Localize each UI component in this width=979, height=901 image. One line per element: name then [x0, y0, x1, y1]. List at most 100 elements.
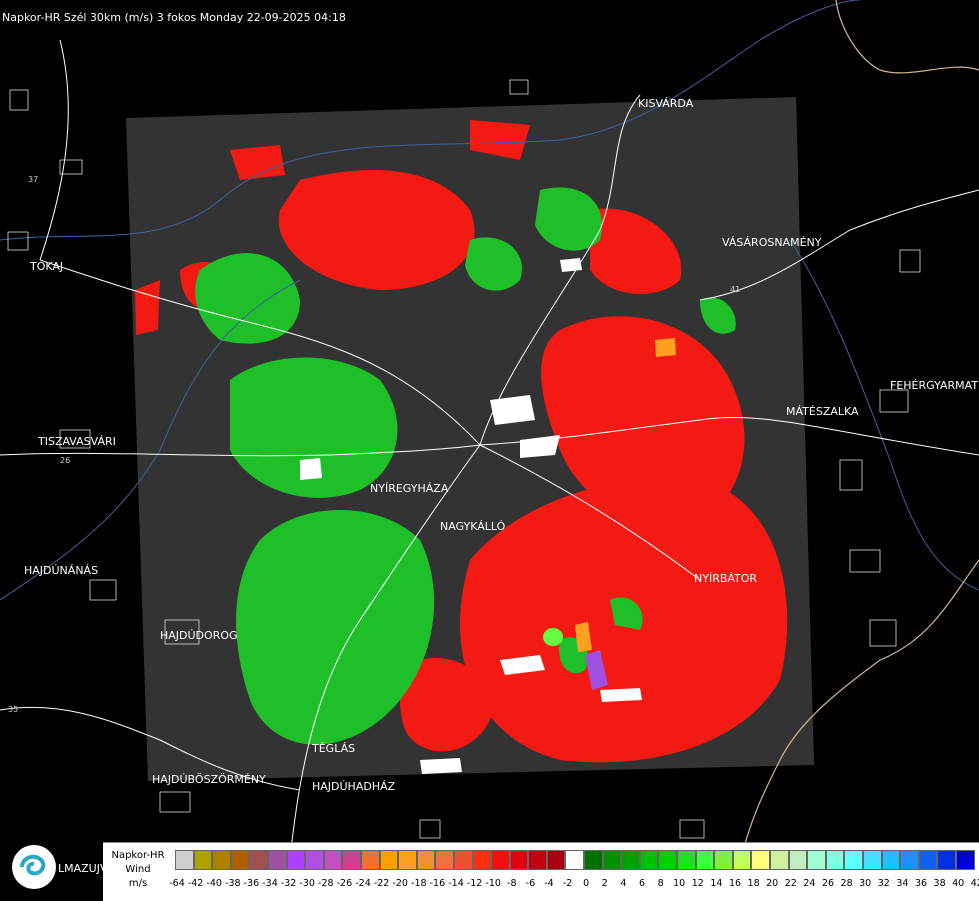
legend-swatch	[602, 850, 622, 870]
legend-tick-label: -16	[429, 878, 446, 889]
legend-swatch	[788, 850, 808, 870]
legend-tick-label: 0	[583, 878, 590, 889]
legend-swatch	[807, 850, 826, 870]
legend-tick-label: -42	[187, 878, 204, 889]
city-label: TOKAJ	[29, 260, 63, 273]
legend-tick-label: 20	[766, 878, 779, 889]
legend-tick-label: -64	[169, 878, 185, 889]
legend-swatch	[453, 850, 473, 870]
legend-tick-label: 16	[728, 878, 742, 889]
legend-tick-label: 4	[620, 878, 627, 889]
legend-swatch	[416, 850, 436, 870]
legend-tick-label: 12	[691, 878, 704, 889]
legend-tick-label: 2	[601, 878, 608, 889]
legend-swatch	[528, 850, 547, 870]
legend-tick-label: 22	[784, 878, 797, 889]
legend-swatch	[565, 850, 585, 870]
legend-swatch	[472, 850, 492, 870]
legend-title: Napkor-HR Wind m/s	[103, 843, 173, 901]
legend-title-line: Wind	[125, 864, 151, 875]
city-label: HAJDÚBÖSZÖRMÉNY	[152, 773, 266, 786]
city-label: HAJDÚNÁNÁS	[24, 564, 98, 577]
radar-map: 37 2 6 35 41 KISVÁRDA TOKAJ VÁSÁROSNAMÉNY…	[0, 0, 979, 900]
road-number: 41	[730, 285, 740, 294]
legend-tick-label: -30	[299, 878, 315, 889]
legend-tick-label: -12	[466, 878, 483, 889]
city-label: FEHÉRGYARMAT	[890, 379, 978, 392]
legend-tick-label: 38	[933, 878, 946, 889]
legend-swatch	[509, 850, 529, 870]
legend-swatch	[360, 850, 380, 870]
legend-tick-label: 10	[673, 878, 686, 889]
legend-tick-label: -28	[318, 878, 334, 889]
legend-swatch	[658, 850, 678, 870]
legend-tick-label: -8	[507, 878, 517, 889]
city-label: HAJDÚHADHÁZ	[312, 780, 396, 793]
legend-tick-label: 18	[747, 878, 760, 889]
legend-swatch	[212, 850, 231, 870]
road-number: 35	[8, 705, 18, 714]
city-label: NYÍREGYHÁZA	[370, 482, 449, 495]
legend-swatch	[844, 850, 863, 870]
legend-swatch	[751, 850, 770, 870]
legend-tick-label: -38	[225, 878, 241, 889]
legend-swatch	[714, 850, 733, 870]
legend-swatches	[175, 850, 975, 870]
legend-swatch	[286, 850, 306, 870]
legend-swatch	[732, 850, 752, 870]
legend-swatch	[546, 850, 566, 870]
legend-tick-label: -10	[485, 878, 501, 889]
city-label: TÉGLÁS	[311, 742, 355, 755]
legend-swatch	[677, 850, 696, 870]
legend-tick-label: 14	[710, 878, 723, 889]
legend-tick-label: 6	[638, 878, 646, 889]
legend-tick-label: -26	[336, 878, 353, 889]
city-label: MÁTÉSZALKA	[786, 405, 859, 418]
city-label: NYÍRBÁTOR	[694, 572, 757, 585]
legend-tick-label: 34	[896, 878, 909, 889]
legend-swatch	[398, 850, 417, 870]
city-label: TISZAVASVÁRI	[37, 435, 116, 448]
legend-tick-label: 8	[657, 878, 664, 889]
legend-swatch	[937, 850, 956, 870]
legend-tick-label: -36	[243, 878, 260, 889]
legend-swatch	[955, 850, 975, 870]
legend-tick-label: 24	[803, 878, 816, 889]
legend-swatch	[323, 850, 343, 870]
legend-tick-label: 36	[914, 878, 928, 889]
legend-tick-label: -24	[355, 878, 371, 889]
legend-tick-label: 32	[877, 878, 890, 889]
legend-swatch	[900, 850, 919, 870]
legend-swatch	[770, 850, 789, 870]
legend-tick-label: 28	[840, 878, 853, 889]
legend-tick-label: -14	[448, 878, 464, 889]
legend-swatch	[249, 850, 268, 870]
legend-swatch	[639, 850, 659, 870]
logo-icon	[12, 845, 56, 889]
legend-swatch	[175, 850, 194, 870]
city-label: VÁSÁROSNAMÉNY	[722, 236, 822, 249]
legend-tick-label: 40	[952, 878, 965, 889]
legend-tick-label: -2	[562, 878, 573, 889]
legend-swatch	[584, 850, 603, 870]
city-label: KISVÁRDA	[638, 97, 694, 110]
legend-tick-label: -22	[373, 878, 390, 889]
road-number: 37	[28, 175, 38, 184]
legend-tick-label: -4	[544, 878, 554, 889]
city-label: HAJDÚDOROG	[160, 629, 238, 642]
legend-tick-label: -40	[206, 878, 222, 889]
legend-tick-label: 42	[970, 878, 979, 889]
legend-title-line: m/s	[128, 878, 148, 889]
legend-tick-label: -20	[392, 878, 408, 889]
legend-tick-label: -32	[280, 878, 297, 889]
legend-swatch	[621, 850, 640, 870]
legend-swatch	[881, 850, 901, 870]
legend-swatch	[862, 850, 882, 870]
color-legend: Napkor-HR Wind m/s -64 -42 -40 -38 -36 -34 -32…	[103, 842, 979, 901]
legend-swatch	[918, 850, 938, 870]
map-title: Napkor-HR Szél 30km (m/s) 3 fokos Monday…	[2, 11, 346, 24]
legend-swatch	[379, 850, 399, 870]
legend-swatch	[491, 850, 510, 870]
legend-swatch	[825, 850, 845, 870]
legend-ticks: -64 -42 -40 -38 -36 -34 -32 -30 -28 -26 -24 -22 -20-…	[169, 878, 979, 892]
